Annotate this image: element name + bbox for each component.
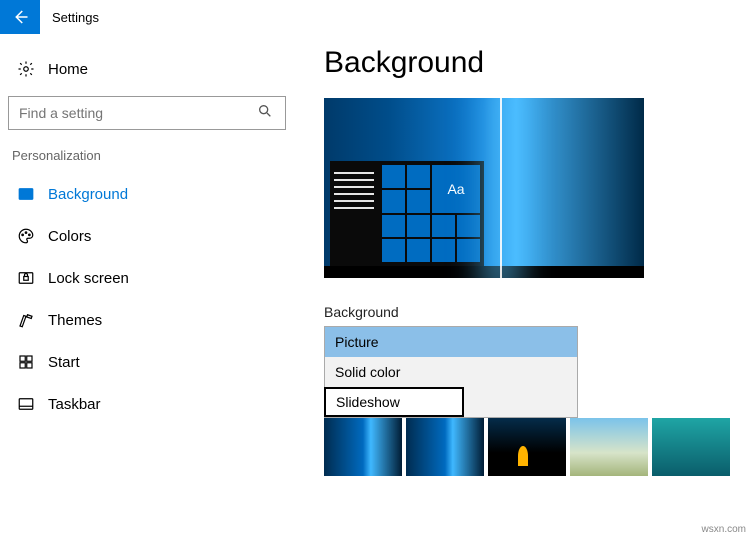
nav-item-label: Background <box>48 186 128 203</box>
preview-taskbar <box>324 266 644 278</box>
nav-item-label: Taskbar <box>48 396 101 413</box>
gear-icon <box>12 60 40 78</box>
picture-icon <box>12 185 40 203</box>
nav-start[interactable]: Start <box>8 341 286 383</box>
nav-colors[interactable]: Colors <box>8 215 286 257</box>
main-content: Background Aa Background Picture <box>294 34 750 537</box>
lockscreen-icon <box>12 269 40 287</box>
dropdown-option-picture[interactable]: Picture <box>325 327 577 357</box>
background-dropdown[interactable]: Picture Solid color Slideshow <box>324 326 578 418</box>
nav-lockscreen[interactable]: Lock screen <box>8 257 286 299</box>
taskbar-icon <box>12 395 40 413</box>
desktop-preview: Aa <box>324 98 644 278</box>
thumbnail[interactable] <box>488 418 566 476</box>
sidebar: Home Personalization Background Colors <box>0 34 294 537</box>
thumbnail[interactable] <box>570 418 648 476</box>
search-input[interactable] <box>19 105 257 121</box>
nav-item-label: Lock screen <box>48 270 129 287</box>
nav-taskbar[interactable]: Taskbar <box>8 383 286 425</box>
nav-item-label: Start <box>48 354 80 371</box>
preview-sample-tile: Aa <box>432 165 480 213</box>
nav-themes[interactable]: Themes <box>8 299 286 341</box>
nav-home-label: Home <box>48 61 88 78</box>
start-icon <box>12 353 40 371</box>
nav-item-label: Colors <box>48 228 91 245</box>
themes-icon <box>12 311 40 329</box>
watermark: wsxn.com <box>702 524 746 535</box>
search-box[interactable] <box>8 96 286 130</box>
thumbnail[interactable] <box>324 418 402 476</box>
back-button[interactable] <box>0 0 40 34</box>
page-heading: Background <box>324 46 730 80</box>
nav-item-label: Themes <box>48 312 102 329</box>
arrow-left-icon <box>11 8 29 26</box>
sidebar-category: Personalization <box>12 148 286 163</box>
palette-icon <box>12 227 40 245</box>
nav-home[interactable]: Home <box>8 48 286 90</box>
thumbnail[interactable] <box>406 418 484 476</box>
dropdown-option-solidcolor[interactable]: Solid color <box>325 357 577 387</box>
search-icon <box>257 103 275 124</box>
nav-background[interactable]: Background <box>8 173 286 215</box>
dropdown-option-slideshow[interactable]: Slideshow <box>324 387 464 417</box>
background-dropdown-label: Background <box>324 304 730 320</box>
window-title: Settings <box>52 10 99 25</box>
preview-startmenu: Aa <box>330 161 484 266</box>
picture-thumbnails <box>324 418 730 476</box>
thumbnail[interactable] <box>652 418 730 476</box>
